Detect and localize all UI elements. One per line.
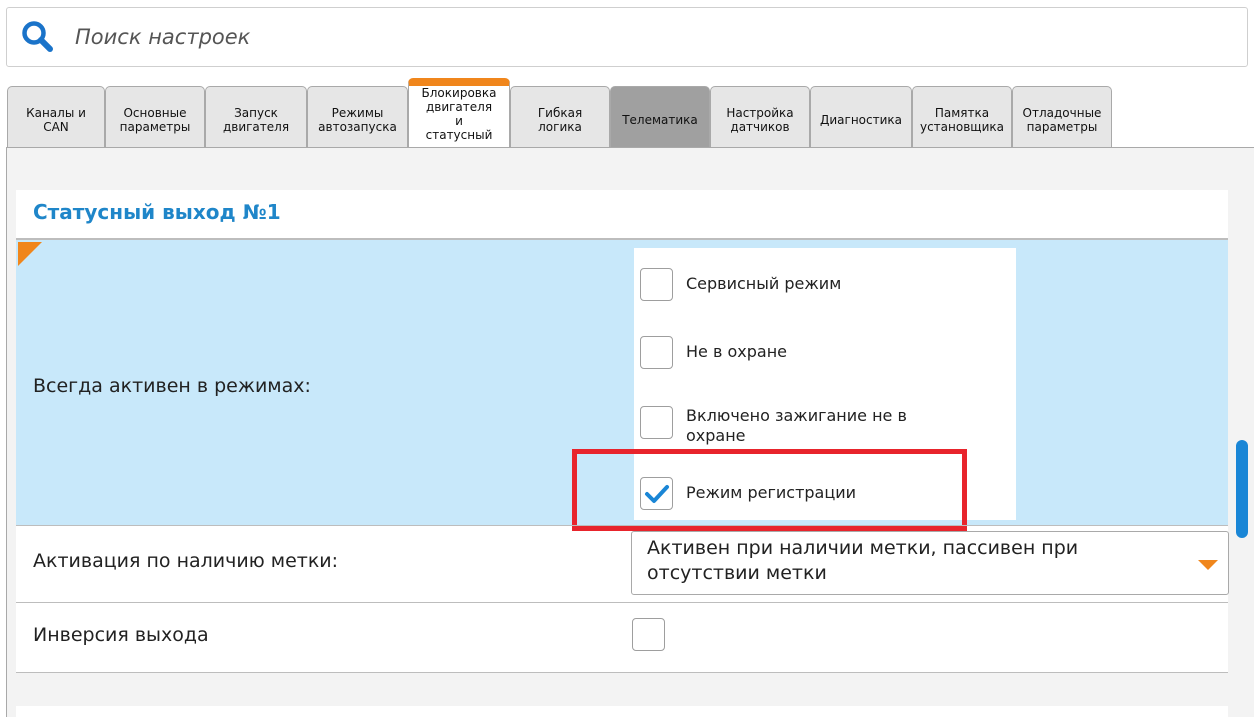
section-title: Статусный выход №1 — [33, 200, 281, 224]
tab-label: Телематика — [622, 112, 698, 127]
tab-bar: Каналы и CAN Основные параметры Запуск д… — [6, 78, 1254, 150]
always-active-label: Всегда активен в режимах: — [33, 375, 311, 397]
tab-telematics[interactable]: Телематика — [610, 86, 710, 148]
checkbox[interactable] — [640, 336, 673, 369]
tab-diagnostics[interactable]: Диагностика — [810, 86, 912, 148]
search-icon — [22, 21, 53, 52]
changed-marker — [18, 242, 42, 266]
tab-engine-start[interactable]: Запуск двигателя — [205, 86, 307, 148]
tab-main-params[interactable]: Основные параметры — [105, 86, 205, 148]
tab-flexible-logic[interactable]: Гибкая логика — [510, 86, 610, 148]
tab-label: Диагностика — [819, 112, 902, 127]
tab-label: Настройка датчиков — [726, 105, 794, 134]
divider — [16, 672, 1228, 673]
option-label: Не в охране — [686, 342, 787, 361]
checkbox[interactable] — [640, 268, 673, 301]
tab-label: Памятка установщика — [919, 105, 1004, 134]
tab-label: Запуск двигателя — [222, 105, 290, 134]
tab-autostart-modes[interactable]: Режимы автозапуска — [307, 86, 408, 148]
divider — [16, 602, 1228, 603]
divider — [16, 525, 1228, 526]
checkmark-icon — [645, 485, 669, 503]
checkbox[interactable] — [640, 477, 673, 510]
tab-installer-memo[interactable]: Памятка установщика — [912, 86, 1012, 148]
checkbox[interactable] — [640, 406, 673, 439]
status-output-section: Статусный выход №1 Всегда активен в режи… — [16, 190, 1229, 673]
always-active-row: Всегда активен в режимах: Сервисный режи… — [16, 240, 1228, 525]
tab-channels-can[interactable]: Каналы и CAN — [7, 86, 105, 148]
tag-activation-select[interactable]: Активен при наличии метки, пассивен при … — [631, 531, 1229, 595]
mode-checklist: Сервисный режим Не в охране Включено заж… — [634, 248, 1016, 520]
tab-label: Режимы автозапуска — [318, 105, 397, 134]
option-label: Режим регистрации — [686, 483, 857, 502]
tab-label: Основные параметры — [119, 105, 191, 134]
next-section — [16, 706, 1228, 717]
tab-label: Блокировка двигателя и статусный — [421, 86, 497, 142]
tab-debug-params[interactable]: Отладочные параметры — [1012, 86, 1112, 148]
search-input[interactable] — [75, 22, 1175, 52]
tab-label: Каналы и CAN — [26, 105, 86, 134]
option-service-mode[interactable]: Сервисный режим — [640, 268, 986, 301]
tab-engine-block-status[interactable]: Блокировка двигателя и статусный — [408, 78, 510, 150]
option-label: Включено зажигание не в охране — [686, 406, 907, 445]
option-ignition-not-armed[interactable]: Включено зажигание не в охране — [640, 406, 966, 446]
tab-sensor-setup[interactable]: Настройка датчиков — [710, 86, 810, 148]
option-not-armed[interactable]: Не в охране — [640, 336, 986, 369]
select-value: Активен при наличии метки, пассивен при … — [647, 537, 1079, 584]
tab-label: Гибкая логика — [537, 105, 583, 134]
output-inversion-checkbox[interactable] — [632, 618, 665, 651]
chevron-down-icon — [1198, 560, 1218, 570]
option-registration-mode[interactable]: Режим регистрации — [640, 477, 986, 510]
search-bar[interactable] — [6, 7, 1248, 67]
scrollbar-thumb[interactable] — [1236, 440, 1248, 538]
tab-label: Отладочные параметры — [1022, 105, 1102, 134]
output-inversion-label: Инверсия выхода — [33, 624, 209, 646]
option-label: Сервисный режим — [686, 274, 842, 293]
tag-activation-label: Активация по наличию метки: — [33, 550, 339, 572]
